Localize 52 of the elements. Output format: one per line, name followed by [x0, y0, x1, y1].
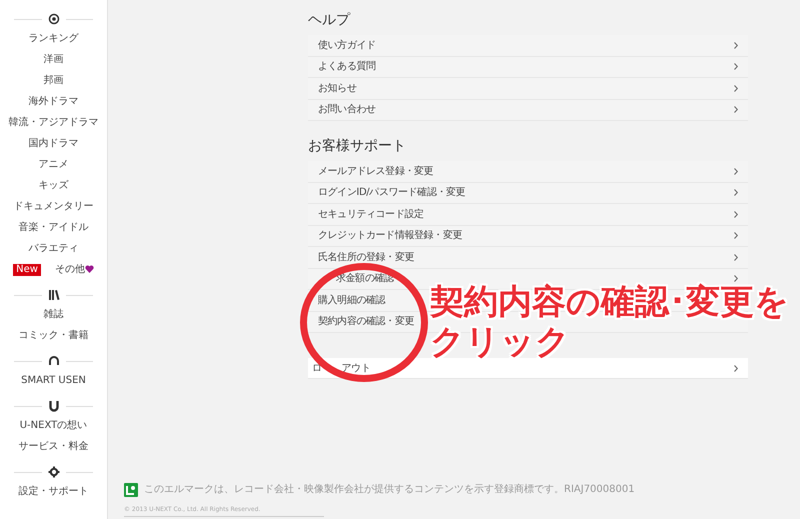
nav-link[interactable]: キッズ	[38, 180, 68, 191]
l-mark-icon	[124, 482, 138, 496]
chevron-icon	[734, 232, 738, 240]
nav-link[interactable]: 海外ドラマ	[28, 96, 78, 107]
target-icon	[48, 13, 60, 25]
nav-link[interactable]: 韓流・アジアドラマ	[8, 117, 98, 128]
menu-link[interactable]: 購入明細の確認	[318, 292, 386, 308]
logout-link[interactable]: ロ アウト	[312, 360, 370, 376]
chevron-icon	[734, 210, 738, 218]
nav-link[interactable]: 音楽・アイドル	[18, 222, 88, 233]
menu-link[interactable]: 氏名住所の登録・変更	[318, 250, 414, 265]
annotation-text: 契約内容の確認･変更を クリック	[430, 282, 789, 362]
nav-link[interactable]: 邦画	[44, 75, 64, 86]
nav-link[interactable]: バラエティ	[28, 243, 78, 254]
menu-link[interactable]: よくある質問	[318, 59, 376, 74]
nav-link[interactable]: 設定・サポート	[18, 486, 88, 497]
nav-link[interactable]: その他	[54, 264, 85, 275]
menu-link[interactable]: お問い合わせ	[318, 102, 376, 118]
nav-link[interactable]: コミック・書籍	[18, 330, 88, 341]
u-letter-icon	[48, 400, 60, 412]
chevron-icon	[734, 168, 738, 175]
menu-link[interactable]: セキュリティコード設定	[318, 206, 424, 222]
chevron-icon	[734, 63, 738, 70]
new-badge: New	[13, 264, 41, 276]
nav-link[interactable]: ドキュメンタリー	[14, 201, 94, 212]
menu-link[interactable]: メールアドレス登録・変更	[318, 164, 434, 179]
section-heading: ヘルプ	[308, 11, 352, 30]
gear-icon	[48, 466, 60, 478]
chevron-icon	[734, 189, 738, 196]
menu-link[interactable]: 使い方ガイド	[318, 38, 376, 53]
chevron-icon	[734, 42, 738, 49]
section-heading: お客様サポート	[308, 137, 407, 156]
nav-link[interactable]: SMART USEN	[21, 375, 86, 386]
chevron-icon	[734, 364, 738, 372]
nav-link[interactable]: ランキング	[28, 33, 78, 44]
nav-link[interactable]: サービス・料金	[18, 441, 88, 452]
menu-link[interactable]: お知らせ	[318, 80, 356, 96]
headphones-icon	[48, 355, 60, 367]
nav-link[interactable]: U-NEXTの想い	[20, 420, 88, 431]
menu-link[interactable]: 契約内容の確認・変更	[318, 314, 414, 330]
nav-link[interactable]: 洋画	[44, 54, 64, 65]
books-icon	[48, 289, 60, 301]
chevron-icon	[734, 106, 738, 114]
menu-link[interactable]: クレジットカード情報登録・変更	[318, 228, 462, 244]
notice-text: このエルマークは、レコード会社・映像製作会社が提供するコンテンツを示す登録商標です。RIAJ70008001	[144, 482, 635, 497]
chevron-icon	[734, 275, 738, 282]
nav-link[interactable]: アニメ	[38, 159, 68, 170]
menu-link[interactable]: ログインID/パスワード確認・変更	[318, 185, 466, 200]
chevron-icon	[734, 84, 738, 92]
nav-link[interactable]: 国内ドラマ	[28, 138, 78, 149]
chevron-icon	[734, 254, 738, 261]
nav-link[interactable]: 雑誌	[44, 309, 64, 320]
